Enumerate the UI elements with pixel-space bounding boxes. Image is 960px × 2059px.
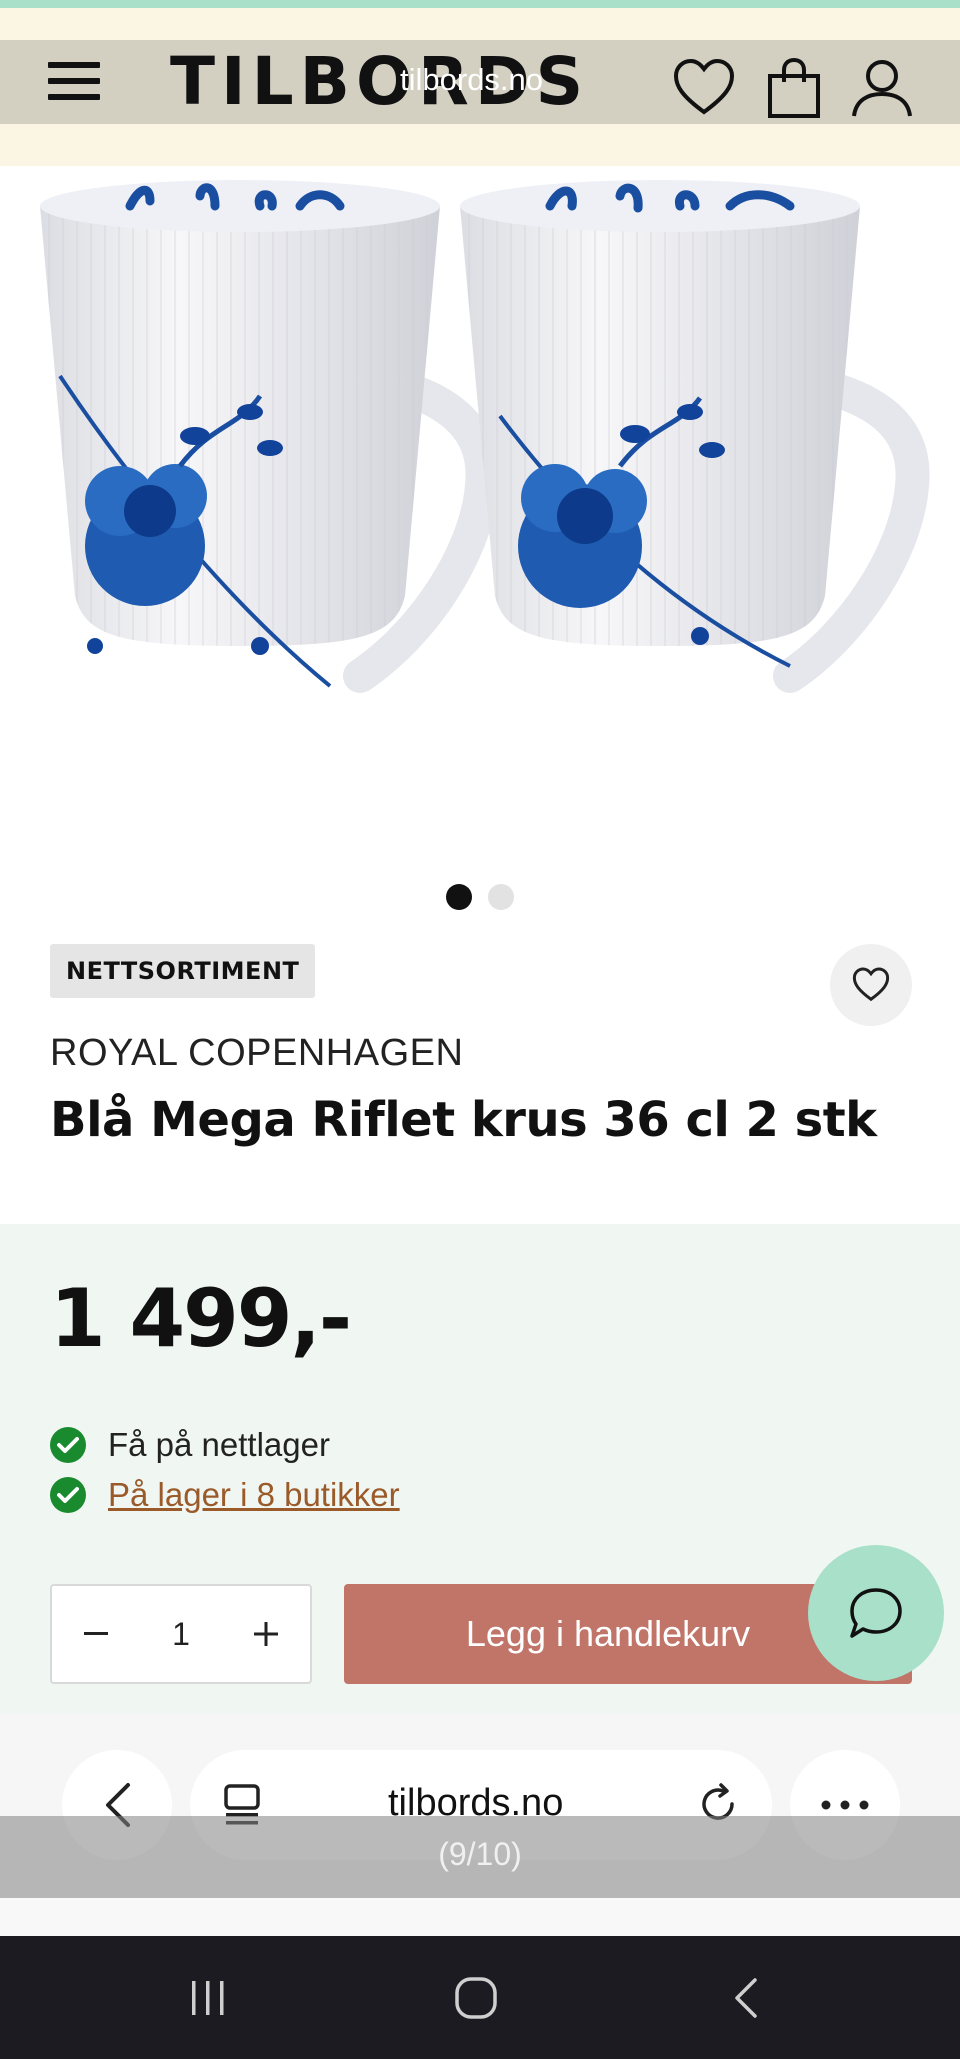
heart-icon [852, 967, 890, 1002]
gallery-dots [446, 884, 514, 910]
quantity-stepper: 1 [50, 1584, 312, 1684]
quantity-value[interactable]: 1 [140, 1616, 222, 1653]
system-back-button[interactable] [706, 1968, 786, 2028]
check-icon [50, 1427, 86, 1463]
minus-icon [84, 1632, 108, 1635]
stock-stores-row: På lager i 8 butikker [50, 1476, 400, 1514]
home-button[interactable] [436, 1968, 516, 2028]
plus-icon [254, 1622, 278, 1646]
back-icon [735, 1978, 757, 2018]
stock-online-row: Få på nettlager [50, 1426, 330, 1464]
mug-right [460, 180, 930, 693]
user-icon[interactable] [850, 56, 914, 120]
chat-button[interactable] [808, 1545, 944, 1681]
assortment-badge: NETTSORTIMENT [50, 944, 316, 998]
favorite-button[interactable] [830, 944, 912, 1026]
toolbar-bottom-gap [0, 1898, 960, 1936]
stock-stores-link[interactable]: På lager i 8 butikker [108, 1476, 400, 1514]
more-icon [821, 1800, 869, 1810]
page: TILBORDS tilbords.no NETTSORTIMENT ROYAL… [0, 0, 960, 2059]
recent-apps-icon [192, 1981, 224, 2015]
heart-icon[interactable] [672, 56, 736, 120]
product-price: 1 499,- [50, 1272, 352, 1365]
product-title: Blå Mega Riflet krus 36 cl 2 stk [50, 1092, 877, 1148]
site-header: TILBORDS tilbords.no [0, 40, 960, 124]
decrease-quantity-button[interactable] [52, 1586, 140, 1682]
gallery-dot-1[interactable] [446, 884, 472, 910]
menu-icon[interactable] [48, 62, 100, 104]
image-counter: (9/10) [438, 1836, 522, 1872]
bag-icon[interactable] [762, 56, 826, 120]
product-brand[interactable]: ROYAL COPENHAGEN [50, 1032, 463, 1075]
increase-quantity-button[interactable] [222, 1586, 310, 1682]
gallery-dot-2[interactable] [488, 884, 514, 910]
watermark-text: tilbords.no [400, 62, 544, 97]
home-icon [455, 1977, 497, 2019]
chat-bubble-icon [850, 1588, 902, 1638]
product-image[interactable] [0, 166, 960, 866]
recent-apps-button[interactable] [168, 1968, 248, 2028]
top-accent-strip [0, 0, 960, 8]
check-icon [50, 1477, 86, 1513]
stock-online-text: Få på nettlager [108, 1426, 330, 1463]
mug-left [40, 180, 500, 693]
